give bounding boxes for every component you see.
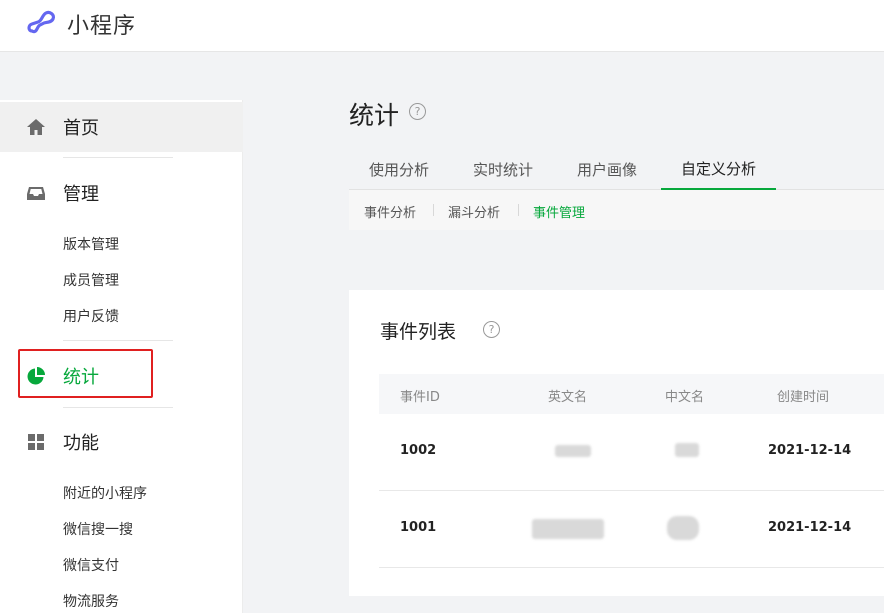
table-header: 事件ID 英文名 中文名 创建时间	[379, 374, 884, 414]
sidebar-item-home[interactable]: 首页	[0, 102, 243, 152]
subtab-event-management[interactable]: 事件管理	[533, 202, 585, 221]
miniprogram-logo-icon[interactable]	[26, 7, 58, 37]
help-icon[interactable]: ?	[483, 321, 500, 338]
sidebar-subitem-pay[interactable]: 微信支付	[63, 555, 119, 575]
divider	[63, 157, 173, 158]
sidebar-subitem-version[interactable]: 版本管理	[63, 234, 119, 254]
redacted-cn-name	[667, 516, 699, 540]
help-icon[interactable]: ?	[409, 103, 426, 120]
table-row[interactable]: 1001 2021-12-14	[379, 491, 884, 568]
card-title: 事件列表	[380, 321, 457, 343]
cell-event-id: 1001	[400, 520, 437, 535]
subtab-separator	[433, 204, 434, 216]
highlight-box	[18, 349, 153, 398]
redacted-cn-name	[675, 443, 699, 457]
top-bar: 小程序	[0, 0, 884, 52]
event-list-card: 事件列表 ? 事件ID 英文名 中文名 创建时间 1002 2021-12-14…	[349, 290, 884, 596]
sidebar-subitem-feedback[interactable]: 用户反馈	[63, 306, 119, 326]
grid-icon	[28, 434, 44, 450]
subtab-bar: 事件分析 漏斗分析 事件管理	[349, 190, 884, 230]
sidebar-subitem-nearby[interactable]: 附近的小程序	[63, 483, 147, 503]
divider	[63, 407, 173, 408]
sidebar-subitem-logistics[interactable]: 物流服务	[63, 591, 119, 611]
column-header-cn-name[interactable]: 中文名	[665, 386, 704, 405]
cell-event-id: 1002	[400, 443, 437, 458]
cell-created-time: 2021-12-14	[768, 520, 852, 535]
page-title: 统计	[349, 101, 400, 130]
sidebar-item-label: 首页	[63, 118, 99, 139]
tab-user-portrait[interactable]: 用户画像	[557, 148, 657, 190]
tab-usage-analysis[interactable]: 使用分析	[349, 148, 449, 190]
sidebar-item-label: 功能	[63, 433, 99, 454]
tab-bar: 使用分析 实时统计 用户画像 自定义分析	[349, 148, 884, 190]
sidebar-item-manage[interactable]: 管理	[0, 168, 243, 218]
subtab-funnel-analysis[interactable]: 漏斗分析	[448, 202, 500, 221]
subtab-separator	[518, 204, 519, 216]
subtab-event-analysis[interactable]: 事件分析	[364, 202, 416, 221]
app-name: 小程序	[67, 14, 137, 39]
tab-realtime-stats[interactable]: 实时统计	[453, 148, 553, 190]
tab-custom-analysis[interactable]: 自定义分析	[661, 148, 777, 190]
sidebar-item-features[interactable]: 功能	[0, 417, 243, 467]
column-header-id[interactable]: 事件ID	[400, 386, 440, 405]
cell-created-time: 2021-12-14	[768, 443, 852, 458]
home-icon	[27, 119, 45, 135]
sidebar-subitem-search[interactable]: 微信搜一搜	[63, 519, 133, 539]
divider	[63, 340, 173, 341]
column-header-en-name[interactable]: 英文名	[548, 386, 587, 405]
sidebar-item-label: 管理	[63, 184, 99, 205]
redacted-en-name	[555, 445, 591, 457]
inbox-icon	[27, 187, 45, 200]
sidebar-subitem-members[interactable]: 成员管理	[63, 270, 119, 290]
column-header-created[interactable]: 创建时间	[777, 386, 829, 405]
table-row[interactable]: 1002 2021-12-14	[379, 414, 884, 491]
redacted-en-name	[532, 519, 604, 539]
